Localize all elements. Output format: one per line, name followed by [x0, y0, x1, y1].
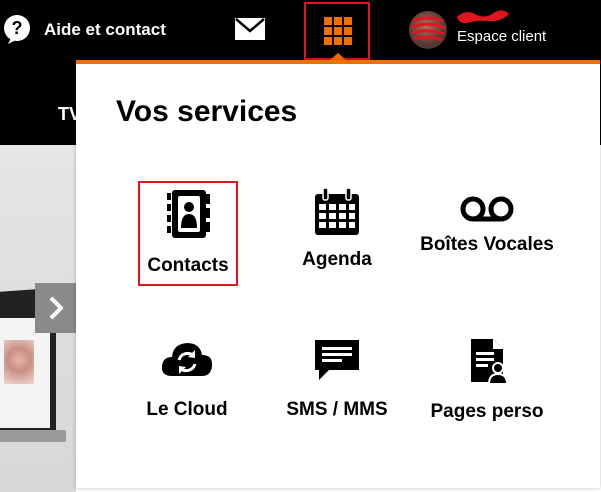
apps-menu-button[interactable] [304, 2, 370, 60]
top-header: ? Aide et contact Espace client [0, 0, 601, 60]
services-dropdown: Vos services Contacts Agenda Boîtes Voca… [76, 60, 600, 488]
help-icon[interactable]: ? [2, 14, 32, 44]
service-label: SMS / MMS [286, 399, 388, 420]
service-contacts[interactable]: Contacts [138, 181, 238, 286]
service-label: Pages perso [430, 401, 544, 422]
service-agenda[interactable]: Agenda [262, 188, 412, 272]
service-label: Agenda [302, 249, 372, 270]
service-label: Boîtes Vocales [420, 234, 554, 255]
redacted-name [457, 10, 509, 24]
calendar-icon [315, 188, 359, 235]
cloud-sync-icon [161, 343, 213, 376]
mail-icon[interactable] [234, 17, 266, 41]
dropdown-caret-icon [330, 53, 346, 60]
help-contact-link[interactable]: Aide et contact [44, 20, 166, 40]
account-link[interactable]: Espace client [457, 28, 546, 45]
message-bubble-icon [315, 340, 359, 380]
avatar[interactable] [409, 11, 447, 49]
service-label: Contacts [147, 255, 229, 276]
apps-grid-icon [324, 17, 352, 45]
service-pages-perso[interactable]: Pages perso [412, 338, 562, 424]
service-voicemail[interactable]: Boîtes Vocales [412, 196, 562, 257]
personal-pages-icon [471, 339, 509, 384]
service-sms-mms[interactable]: SMS / MMS [262, 338, 412, 422]
service-label: Le Cloud [146, 399, 228, 420]
carousel-next-button[interactable] [35, 283, 77, 333]
redaction-scribble [410, 16, 446, 42]
panel-title: Vos services [116, 95, 298, 128]
contacts-book-icon [167, 190, 210, 238]
laptop-base [0, 430, 66, 442]
chevron-right-icon [49, 296, 63, 320]
svg-text:?: ? [12, 18, 23, 38]
laptop-photo [4, 340, 34, 384]
service-cloud[interactable]: Le Cloud [112, 338, 262, 422]
voicemail-icon [460, 196, 514, 222]
